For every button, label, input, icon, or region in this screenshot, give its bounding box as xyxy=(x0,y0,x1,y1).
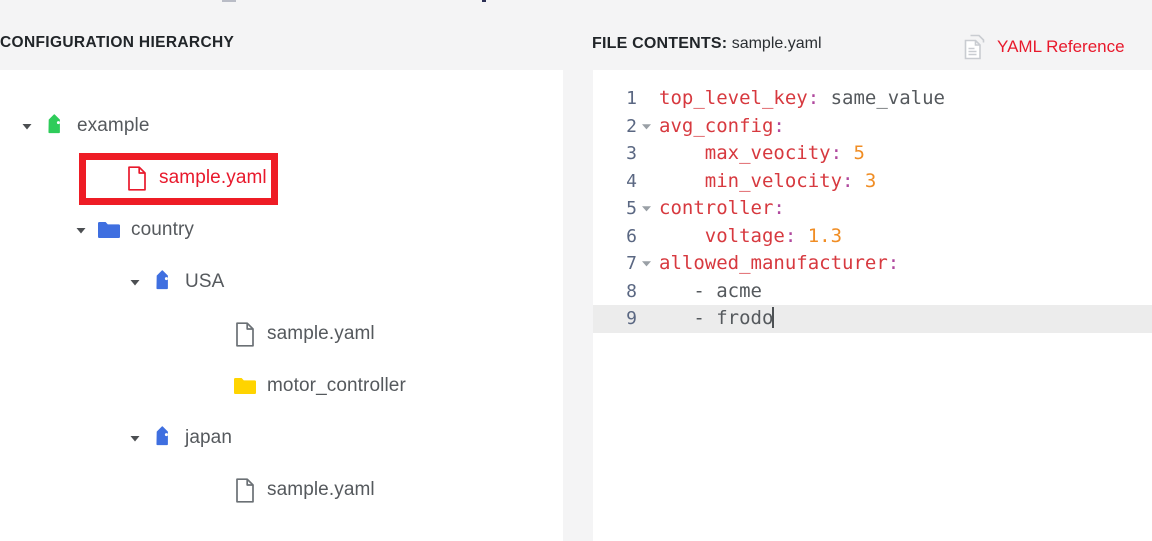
tree-item-sample-yaml[interactable]: sample.yaml xyxy=(0,464,563,516)
documents-icon xyxy=(962,33,988,61)
tag-icon xyxy=(150,269,176,295)
tree-item-label: japan xyxy=(185,427,232,448)
tree-item-sample-yaml[interactable]: sample.yaml xyxy=(0,308,563,360)
chevron-down-icon[interactable] xyxy=(126,429,144,447)
code-line[interactable]: 1 top_level_key: same_value xyxy=(593,85,1152,113)
tree-item-label: motor_controller xyxy=(267,375,406,396)
fold-arrow-icon[interactable] xyxy=(637,203,655,214)
code-line[interactable]: 9 - frodo xyxy=(593,305,1152,333)
code-line-text: allowed_manufacturer: xyxy=(659,252,900,274)
code-line[interactable]: 7 allowed_manufacturer: xyxy=(593,250,1152,278)
tree-item-japan[interactable]: japan xyxy=(0,412,563,464)
tree-item-label: sample.yaml xyxy=(267,479,375,500)
code-line-text: voltage: 1.3 xyxy=(659,224,843,247)
code-line-text: controller: xyxy=(659,197,785,219)
file-icon xyxy=(124,165,150,191)
tree-item-label: example xyxy=(77,115,150,136)
config-tree: example sample.yaml country USA sample.yaml m… xyxy=(0,70,563,516)
line-number: 7 xyxy=(626,253,637,274)
code-line-text: avg_config: xyxy=(659,114,785,137)
configuration-hierarchy-title: CONFIGURATION HIERARCHY xyxy=(0,34,235,51)
code-line[interactable]: 6 voltage: 1.3 xyxy=(593,223,1152,251)
fold-arrow-icon[interactable] xyxy=(637,121,655,132)
chevron-down-icon[interactable] xyxy=(126,273,144,291)
line-number: 3 xyxy=(626,143,637,164)
file-contents-header: FILE CONTENTS: sample.yaml xyxy=(592,35,822,53)
line-number: 4 xyxy=(626,170,637,192)
yaml-code-area[interactable]: 1 top_level_key: same_value 2 avg_config: 3 … xyxy=(593,70,1152,333)
code-line[interactable]: 2 avg_config: xyxy=(593,113,1152,141)
folder-icon xyxy=(96,217,122,243)
tree-item-usa[interactable]: USA xyxy=(0,256,563,308)
tag-icon xyxy=(150,425,176,451)
yaml-reference-link[interactable]: YAML Reference xyxy=(962,33,1125,61)
tree-item-country[interactable]: country xyxy=(0,204,563,256)
cutoff-fragment-left xyxy=(222,0,236,2)
line-number: 6 xyxy=(626,225,637,247)
code-line-text: top_level_key: same_value xyxy=(659,87,946,109)
code-line[interactable]: 4 min_velocity: 3 xyxy=(593,168,1152,196)
chevron-down-icon[interactable] xyxy=(72,221,90,239)
configuration-hierarchy-panel: example sample.yaml country USA sample.yaml m… xyxy=(0,70,563,541)
cutoff-fragment-right xyxy=(482,0,486,2)
line-number: 9 xyxy=(626,308,637,329)
tree-item-label: sample.yaml xyxy=(267,323,375,344)
code-line-text: - acme xyxy=(659,279,762,302)
line-number: 5 xyxy=(626,198,637,219)
tree-item-motor-controller[interactable]: motor_controller xyxy=(0,360,563,412)
code-line[interactable]: 3 max_veocity: 5 xyxy=(593,140,1152,168)
folder-icon xyxy=(232,373,258,399)
line-number: 8 xyxy=(626,280,637,302)
line-number: 2 xyxy=(626,115,637,137)
code-line-text: max_veocity: 5 xyxy=(659,142,865,164)
file-icon xyxy=(232,321,258,347)
tree-item-label: sample.yaml xyxy=(159,167,267,188)
config-editor-screen: CONFIGURATION HIERARCHY FILE CONTENTS: s… xyxy=(0,0,1152,541)
file-contents-filename: sample.yaml xyxy=(731,35,822,52)
file-icon xyxy=(232,477,258,503)
line-number: 1 xyxy=(626,88,637,109)
code-line[interactable]: 5 controller: xyxy=(593,195,1152,223)
code-line[interactable]: 8 - acme xyxy=(593,278,1152,306)
tree-item-label: USA xyxy=(185,271,225,292)
text-cursor xyxy=(772,307,775,328)
yaml-editor-panel[interactable]: 1 top_level_key: same_value 2 avg_config: 3 … xyxy=(593,70,1152,541)
tree-item-example[interactable]: example xyxy=(0,100,563,152)
code-line-text: - frodo xyxy=(659,307,775,329)
tag-icon xyxy=(42,113,68,139)
file-contents-label: FILE CONTENTS: xyxy=(592,35,728,52)
yaml-reference-label: YAML Reference xyxy=(997,37,1125,56)
fold-arrow-icon[interactable] xyxy=(637,258,655,269)
tree-item-label: country xyxy=(131,219,195,240)
code-line-text: min_velocity: 3 xyxy=(659,169,877,192)
chevron-down-icon[interactable] xyxy=(18,117,36,135)
top-cutoff-strip xyxy=(0,0,1152,18)
panel-divider xyxy=(563,70,593,541)
tree-item-sample-yaml[interactable]: sample.yaml xyxy=(0,152,563,205)
